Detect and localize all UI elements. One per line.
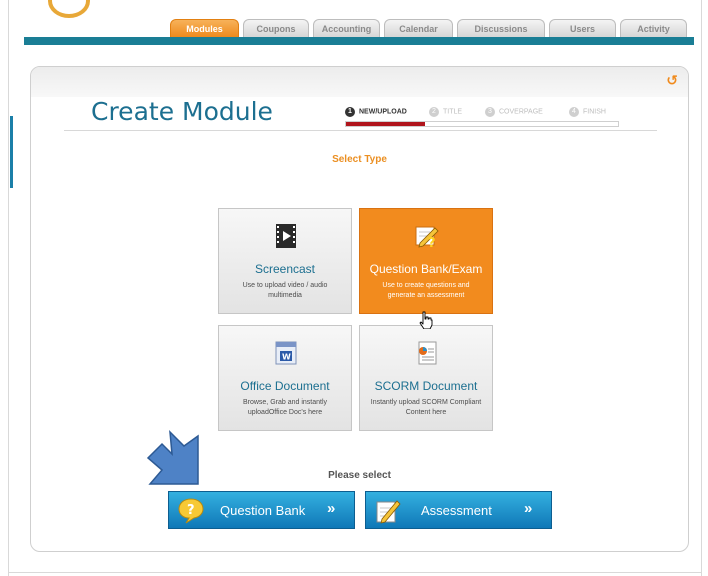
svg-text:W: W	[282, 353, 291, 362]
step-number: 2	[429, 107, 439, 117]
film-icon	[276, 224, 296, 248]
tab-calendar[interactable]: Calendar	[384, 19, 453, 37]
undo-arrow-icon[interactable]: ↺	[666, 72, 678, 89]
logo	[48, 0, 90, 18]
nav-underline-bar	[24, 37, 694, 45]
card-scorm-document[interactable]: SCORM Document Instantly upload SCORM Co…	[359, 325, 493, 431]
svg-text:?: ?	[428, 236, 436, 249]
svg-text:?: ?	[187, 503, 195, 518]
word-document-icon: W	[275, 341, 297, 365]
wizard-progress-fill	[346, 122, 425, 126]
card-description: Browse, Grab and instantly uploadOffice …	[242, 399, 328, 416]
left-edge-marker	[10, 116, 13, 188]
question-bank-label: Question Bank	[220, 503, 306, 518]
tab-modules[interactable]: Modules	[170, 19, 239, 37]
step-label: FINISH	[583, 108, 606, 116]
assessment-button[interactable]: Assessment »	[365, 491, 552, 529]
please-select-label: Please select	[328, 470, 391, 481]
create-module-panel: ↺ Create Module 1 NEW/UPLOAD 2 TITLE 3 COVE…	[30, 66, 689, 552]
step-label: TITLE	[443, 108, 463, 116]
page-frame-right	[701, 0, 702, 576]
card-office-document[interactable]: W Office Document Browse, Grab and insta…	[218, 325, 352, 431]
card-title: Office Document	[240, 379, 330, 393]
step-coverpage: 3 COVERPAGE	[485, 107, 543, 119]
select-type-heading: Select Type	[332, 154, 387, 165]
tab-coupons[interactable]: Coupons	[243, 19, 309, 37]
step-number: 4	[569, 107, 579, 117]
step-title: 2 TITLE	[429, 107, 462, 119]
pointer-arrow-icon	[146, 430, 199, 485]
step-number: 1	[345, 107, 355, 117]
step-number: 3	[485, 107, 495, 117]
card-description: Instantly upload SCORM Compliant Content…	[370, 399, 482, 416]
card-title: Screencast	[254, 262, 316, 276]
wizard-progress-bar	[345, 121, 619, 127]
card-title: SCORM Document	[374, 379, 478, 393]
assessment-label: Assessment	[421, 503, 492, 518]
card-description: Use to create questions and generate an …	[382, 282, 470, 299]
exam-edit-icon: ?	[415, 226, 439, 249]
question-mark-icon: ?	[178, 498, 204, 524]
card-question-bank-exam[interactable]: ? Question Bank/Exam Use to create quest…	[359, 208, 493, 314]
card-screencast[interactable]: Screencast Use to upload video / audio m…	[218, 208, 352, 314]
card-description: Use to upload video / audio multimedia	[242, 282, 328, 299]
assessment-edit-icon	[376, 500, 401, 524]
tab-accounting[interactable]: Accounting	[313, 19, 380, 37]
step-label: COVERPAGE	[499, 108, 543, 116]
title-divider	[64, 130, 657, 131]
page-frame-left	[8, 0, 9, 576]
tab-discussions[interactable]: Discussions	[457, 19, 545, 37]
chevron-right-icon: »	[327, 500, 336, 517]
page-title: Create Module	[91, 97, 273, 126]
step-label: NEW/UPLOAD	[359, 108, 407, 116]
page-frame-bottom	[8, 572, 702, 573]
chevron-right-icon: »	[524, 500, 533, 517]
hand-cursor-icon	[419, 311, 433, 329]
step-finish: 4 FINISH	[569, 107, 606, 119]
question-bank-button[interactable]: ? Question Bank »	[168, 491, 355, 529]
tab-users[interactable]: Users	[549, 19, 616, 37]
step-new-upload: 1 NEW/UPLOAD	[345, 107, 407, 119]
scorm-document-icon	[418, 341, 437, 365]
card-title: Question Bank/Exam	[369, 262, 483, 276]
panel-header	[31, 67, 688, 97]
tab-activity[interactable]: Activity	[620, 19, 687, 37]
